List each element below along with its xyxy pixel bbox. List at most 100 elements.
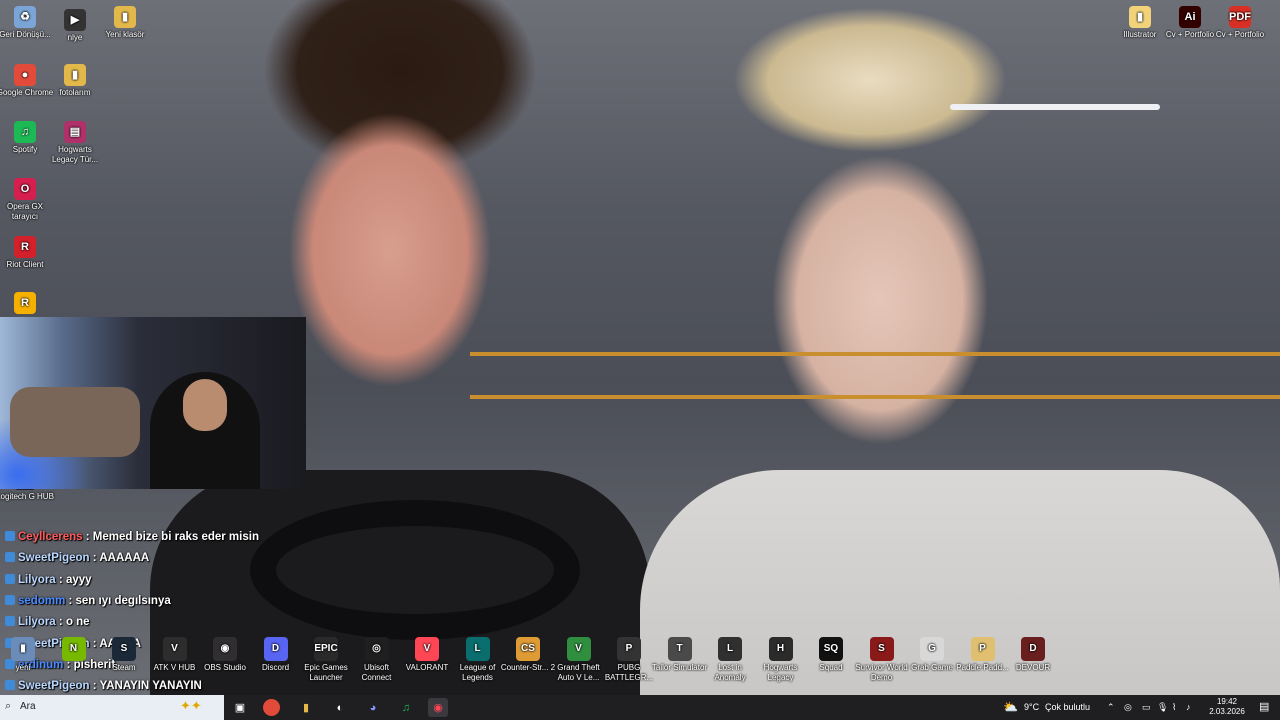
clock-date: 2.03.2026 [1209,707,1245,716]
chat-text: : AAAAAA [89,552,150,565]
chat-username: Lilyora [18,616,56,629]
chrome-icon: ● [14,64,36,86]
desktop-shortcut[interactable]: SQ Squad [803,637,859,673]
desktop-shortcut[interactable]: ▤ Hogwarts Legacy Tür... [45,121,105,165]
desktop-shortcut[interactable]: ▮ Yeni klasör [95,6,155,40]
shortcut-label: Survivor World Demo [855,663,908,682]
game-icon: S [869,637,894,661]
gta-icon: V [566,637,591,661]
volume-icon[interactable]: ♪ [1186,695,1191,720]
hogwarts-icon: H [768,637,793,661]
folder-icon: ▮ [64,64,86,86]
desktop-shortcut[interactable]: ◉ OBS Studio [197,637,253,673]
network-icon[interactable]: ▭ [1142,695,1151,720]
weather-icon: ⛅ [1003,700,1018,714]
opera-gx-icon: O [14,178,36,200]
chat-username: sedomm [18,594,66,607]
spotify-taskbar-icon[interactable]: ♫ [396,698,416,717]
task-view-icon[interactable]: ▣ [230,698,250,717]
desktop-shortcut[interactable]: CS Counter-Str... 2 [500,637,556,673]
desktop-shortcut[interactable]: ◎ Ubisoft Connect [349,637,405,683]
shortcut-label: OBS Studio [204,663,246,672]
valorant-icon: V [415,637,439,661]
desktop-shortcut[interactable]: V Grand Theft Auto V Le... [551,637,607,683]
clock[interactable]: 19:42 2.03.2026 [1202,697,1252,717]
desktop-shortcut[interactable]: ▮ yeni [0,637,51,673]
desktop-shortcut[interactable]: P PUBG BATTLEGR... [601,637,657,683]
chrome-taskbar-icon[interactable] [263,699,280,716]
railing [470,352,1280,356]
desktop-shortcut[interactable]: D DEVOUR [1005,637,1061,673]
desktop-shortcut[interactable]: P Paddle Padd... [955,637,1011,673]
game-icon: L [718,637,742,661]
chevron-up-icon[interactable]: ⌃ [1107,695,1115,720]
ubisoft-icon: ◎ [364,637,389,661]
desktop-shortcut[interactable]: G Grab Game [904,637,960,673]
league-icon: L [465,637,490,661]
shortcut-label: Logitech G HUB [0,492,54,501]
desktop-shortcut[interactable]: S Survivor World Demo [854,637,910,683]
wifi-icon[interactable]: ⌇ [1172,695,1176,720]
webcam-streamer-face [183,379,227,431]
shortcut-label: ATK V HUB [153,663,196,672]
chat-badge-icon [5,594,15,605]
shortcut-label: PUBG BATTLEGR... [604,663,654,682]
desktop-shortcut[interactable]: R Riot Client [0,236,55,270]
desktop-shortcut[interactable]: D Discord [248,637,304,673]
chat-username: SweetPigeon [18,552,90,565]
game-icon: G [920,637,944,661]
desktop-shortcut[interactable]: N [46,637,102,663]
webcam-overlay [0,317,306,489]
illustrator-icon: Ai [1179,6,1201,28]
shortcut-label: Discord [261,663,290,672]
webcam-couch [10,387,140,457]
chat-message: Ceyllcerens : Memed bize bi raks eder mi… [5,528,565,546]
shortcut-label: Ubisoft Connect [361,663,392,682]
obs-icon: ◉ [213,637,237,661]
microphone-icon[interactable]: 🎙 [1157,695,1168,720]
desktop-shortcut[interactable]: L League of Legends [450,637,506,683]
shortcut-label: Paddle Padd... [956,663,1009,672]
desktop-shortcut[interactable]: S Steam [96,637,152,673]
notification-icon[interactable]: ▤ [1259,695,1269,720]
file-explorer-icon[interactable]: ▮ [296,698,316,717]
desktop-shortcut[interactable]: L Lost in Anomaly [702,637,758,683]
taskbar-search-box[interactable]: ⌕ Ara ✦✦ [0,695,224,720]
sparkle-icon: ✦✦ [180,698,202,713]
chat-username: Lilyora [18,573,56,586]
desktop-shortcut[interactable]: V ATK V HUB [147,637,203,673]
desktop-shortcut[interactable]: EPIC Epic Games Launcher [298,637,354,683]
desktop-shortcut[interactable]: O Opera GX tarayıcı [0,178,55,222]
recycle-bin-icon: ♻ [14,6,36,28]
rockstar-icon: R [14,292,36,314]
shortcut-label: Hogwarts Legacy [763,663,798,682]
discord-taskbar-icon[interactable]: ◕ [363,698,383,717]
desktop-shortcut[interactable]: ▮ fotolarım [45,64,105,98]
weather-temp[interactable]: 9°C [1024,695,1039,720]
nvidia-icon: N [61,637,86,661]
epic-games-icon: EPIC [314,637,338,661]
shortcut-label: DEVOUR [1015,663,1051,672]
desktop-shortcut[interactable]: PDF Cv + Portfolio [1210,6,1270,40]
desktop-shortcut[interactable]: R [0,292,55,316]
atk-hub-icon: V [162,637,187,661]
shortcut-label: Epic Games Launcher [304,663,348,682]
game-icon: P [970,637,995,661]
weather-desc[interactable]: Çok bulutlu [1045,695,1090,720]
railing [470,395,1280,399]
taskbar: ⌕ Ara ✦✦ ▣ ▮ ◐ ◕ ♫ ◉ ⛅ 9°C Çok bulutlu ⌃… [0,695,1280,720]
shortcut-label: Squad [819,663,843,672]
desktop-shortcut[interactable]: H Hogwarts Legacy [753,637,809,683]
chat-message: Lilyora : ayyy [5,571,565,589]
obs-taskbar-icon[interactable]: ◉ [428,698,448,717]
chat-badge-icon [5,616,15,627]
app-taskbar-icon[interactable]: ◐ [330,698,350,717]
steam-icon: S [112,637,136,661]
desktop-shortcut[interactable]: T Tailor Simulator [652,637,708,673]
shortcut-label: Yeni klasör [105,30,145,39]
shortcut-label: Counter-Str... 2 [500,663,556,672]
shortcut-label: Opera GX tarayıcı [6,202,43,221]
video-file-icon: ▶ [64,9,86,31]
desktop-shortcut[interactable]: V VALORANT [399,637,455,673]
tray-app-icon[interactable]: ◎ [1124,695,1132,720]
